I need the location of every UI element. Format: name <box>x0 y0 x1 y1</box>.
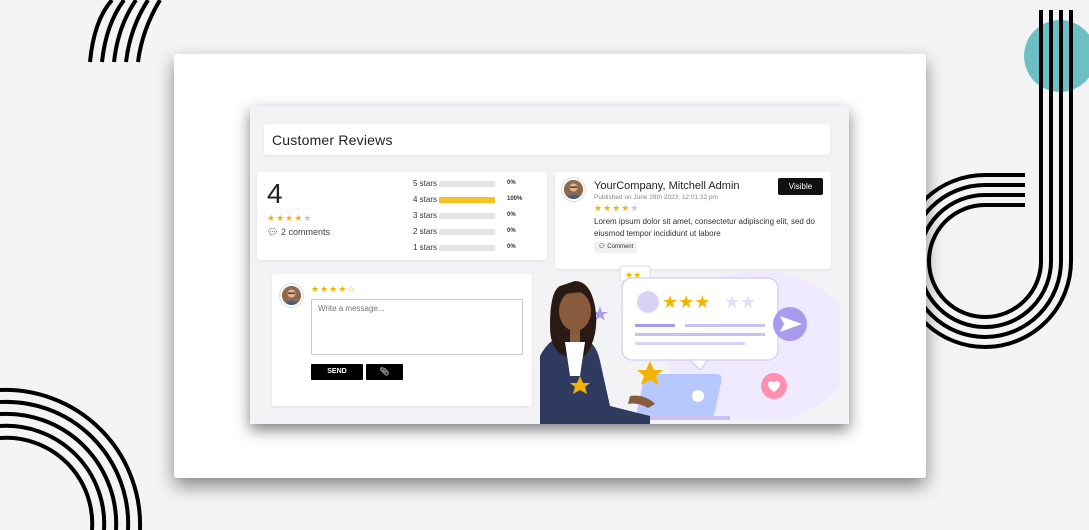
decorative-loop-right <box>925 10 1074 349</box>
rating-row-label: 1 stars <box>412 243 437 252</box>
star-filled-icon: ★ <box>594 203 604 213</box>
attach-button[interactable]: 📎︎ <box>366 364 403 380</box>
compose-review-panel: ★★★★☆ SEND 📎︎ <box>272 274 532 406</box>
star-empty-icon: ★ <box>630 203 640 213</box>
average-stars: ★★★★★ <box>267 213 312 224</box>
rating-row[interactable]: 4 stars 100% <box>409 194 523 206</box>
comments-icon: 💬︎ <box>267 227 279 237</box>
decorative-stripes-top-left <box>88 0 162 63</box>
rating-row[interactable]: 3 stars 0% <box>409 210 519 222</box>
message-input[interactable] <box>311 299 523 355</box>
rating-row-label: 3 stars <box>412 211 437 220</box>
decorative-arcs-bottom-left <box>0 387 143 530</box>
visible-toggle-button[interactable]: Visible <box>778 178 823 195</box>
review-stars: ★★★★★ <box>594 203 639 214</box>
app-screenshot: Customer Reviews 4 ★★★★★ 💬︎ 2 comments 5… <box>250 106 849 424</box>
rating-bar-track <box>439 229 495 235</box>
rating-row-label: 4 stars <box>412 195 437 204</box>
comment-count-text: 2 comments <box>280 227 330 237</box>
compose-rating-stars[interactable]: ★★★★☆ <box>311 284 356 295</box>
star-filled-icon[interactable]: ★ <box>338 284 347 294</box>
rating-row-percent: 0% <box>507 180 516 186</box>
review-card: YourCompany, Mitchell Admin Published on… <box>555 172 831 269</box>
rating-row-percent: 0% <box>507 228 516 234</box>
rating-bar-track <box>439 181 495 187</box>
star-filled-icon: ★ <box>621 203 631 213</box>
review-author: YourCompany, Mitchell Admin <box>594 180 740 192</box>
star-filled-icon: ★ <box>267 213 277 223</box>
title-panel: Customer Reviews <box>264 124 830 155</box>
comment-button-label: Comment <box>607 244 634 250</box>
review-illustration: ★★ ★★★ ★★ <box>540 265 840 424</box>
rating-row[interactable]: 1 stars 0% <box>409 242 519 254</box>
star-filled-icon: ★ <box>612 203 622 213</box>
composer-avatar <box>280 284 303 307</box>
rating-row-percent: 0% <box>507 244 516 250</box>
rating-row-label: 5 stars <box>412 179 437 188</box>
paperclip-icon: 📎︎ <box>379 367 390 376</box>
svg-text:★★★: ★★★ <box>662 292 710 313</box>
star-empty-icon[interactable]: ☆ <box>347 284 356 294</box>
rating-bar-fill <box>439 197 495 203</box>
star-empty-icon: ★ <box>303 213 313 223</box>
star-filled-icon: ★ <box>285 213 295 223</box>
rating-row[interactable]: 2 stars 0% <box>409 226 519 238</box>
send-button[interactable]: SEND <box>311 364 363 380</box>
page-title: Customer Reviews <box>272 132 393 148</box>
star-filled-icon: ★ <box>294 213 304 223</box>
review-published-date: Published on June 28th 2023, 12:01:32 pm <box>594 194 718 201</box>
star-filled-icon[interactable]: ★ <box>320 284 329 294</box>
rating-bar-track <box>439 197 495 203</box>
star-filled-icon[interactable]: ★ <box>311 284 320 294</box>
star-filled-icon: ★ <box>276 213 286 223</box>
rating-summary-panel: 4 ★★★★★ 💬︎ 2 comments 5 stars 0% 4 stars 10… <box>257 172 547 260</box>
rating-row[interactable]: 5 stars 0% <box>409 178 519 190</box>
rating-bar-track <box>439 213 495 219</box>
reviewer-avatar <box>562 178 585 201</box>
rating-row-label: 2 stars <box>412 227 437 236</box>
rating-bar-track <box>439 245 495 251</box>
star-filled-icon[interactable]: ★ <box>329 284 338 294</box>
star-filled-icon: ★ <box>603 203 613 213</box>
promo-banner: Customer Reviews 4 ★★★★★ 💬︎ 2 comments 5… <box>0 0 1089 530</box>
comment-icon: 💬︎ <box>598 244 606 250</box>
svg-text:★★: ★★ <box>724 292 756 313</box>
review-text: Lorem ipsum dolor sit amet, consectetur … <box>594 217 815 238</box>
rating-row-percent: 0% <box>507 212 516 218</box>
rating-row-percent: 100% <box>507 196 523 202</box>
comment-count[interactable]: 💬︎ 2 comments <box>267 227 330 238</box>
comment-button[interactable]: 💬︎ Comment <box>594 242 638 253</box>
average-rating: 4 <box>267 178 283 209</box>
